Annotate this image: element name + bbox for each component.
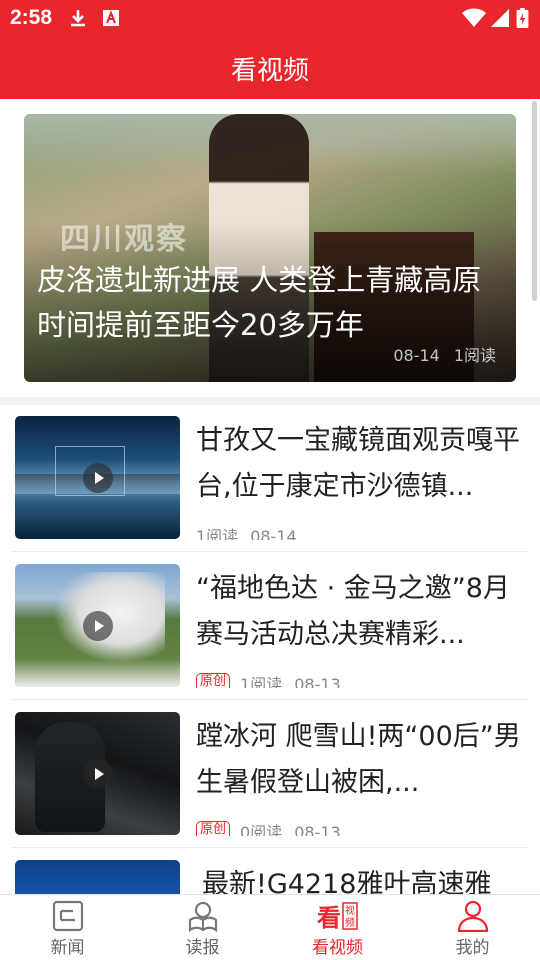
tab-label: 读报 [185,938,220,958]
tab-video[interactable]: 看 视 频 看视频 [270,895,405,960]
item-date: 08-13 [294,675,341,688]
item-title: “福地色达 · 金马之邀”8月赛马活动总决赛精彩... [196,573,510,650]
featured-video-card[interactable]: 四川观察 皮洛遗址新进展 人类登上青藏高原时间提前至距今20多万年 08-14 1… [24,114,516,382]
featured-watermark: 四川观察 [60,222,188,257]
item-date: 08-13 [294,823,341,836]
featured-date: 08-14 [393,346,440,365]
wifi-icon [462,8,486,27]
scrollbar[interactable] [532,101,537,301]
play-icon[interactable] [83,463,113,493]
item-title: 最新!G4218雅叶高速雅 [202,869,492,894]
list-item[interactable]: “福地色达 · 金马之邀”8月赛马活动总决赛精彩... 原创 1阅读 08-13 [0,552,540,700]
item-reads: 1阅读 [240,675,283,688]
app-header: 看视频 [0,38,540,99]
video-thumbnail [15,860,180,894]
tab-profile[interactable]: 我的 [405,895,540,960]
thumbnail-foreground [15,659,180,687]
tab-label: 看视频 [312,938,363,958]
play-icon[interactable] [83,611,113,641]
tab-reader[interactable]: 读报 [135,895,270,960]
video-feed[interactable]: 四川观察 皮洛遗址新进展 人类登上青藏高原时间提前至距今20多万年 08-14 1… [0,99,540,894]
item-reads: 1阅读 [196,527,239,540]
featured-reads: 1阅读 [453,346,496,365]
tab-label: 新闻 [50,938,85,958]
svg-text:看: 看 [317,904,341,932]
play-icon[interactable] [83,759,113,789]
bottom-tab-bar: 新闻 读报 看 视 频 看视频 我的 [0,894,540,960]
page-title: 看视频 [230,56,309,86]
item-meta: 原创 0阅读 08-13 [196,819,353,836]
news-icon [52,900,83,932]
item-date: 08-14 [250,527,297,540]
video-thumbnail [15,564,180,687]
original-badge: 原创 [196,673,231,688]
video-thumbnail [15,712,180,835]
status-bar: 2:58 [0,0,540,38]
item-meta: 原创 1阅读 08-13 [196,671,353,688]
original-badge: 原创 [196,821,231,836]
download-icon [71,10,85,27]
status-time: 2:58 [10,6,53,29]
list-item[interactable]: 最新!G4218雅叶高速雅 [0,848,540,894]
featured-title: 皮洛遗址新进展 人类登上青藏高原时间提前至距今20多万年 [37,263,482,342]
item-title: 蹚冰河 爬雪山!两“00后”男生暑假登山被困,... [196,721,521,798]
tab-news[interactable]: 新闻 [0,895,135,960]
svg-text:频: 频 [345,916,355,929]
svg-text:视: 视 [345,904,355,917]
signal-icon [491,9,509,27]
reader-icon [188,901,217,932]
video-thumbnail [15,416,180,539]
item-meta: 1阅读 08-14 [196,523,309,540]
featured-meta: 08-14 1阅读 [379,342,496,366]
list-item[interactable]: 甘孜又一宝藏镜面观贡嘎平台,位于康定市沙德镇... 1阅读 08-14 [0,404,540,552]
item-title: 甘孜又一宝藏镜面观贡嘎平台,位于康定市沙德镇... [196,425,520,502]
font-app-icon [103,10,119,26]
video-icon: 看 视 频 [317,902,358,932]
tab-label: 我的 [455,938,490,958]
profile-icon [457,900,488,932]
list-item[interactable]: 蹚冰河 爬雪山!两“00后”男生暑假登山被困,... 原创 0阅读 08-13 [0,700,540,848]
battery-charging-icon [516,8,529,28]
item-reads: 0阅读 [240,823,283,836]
